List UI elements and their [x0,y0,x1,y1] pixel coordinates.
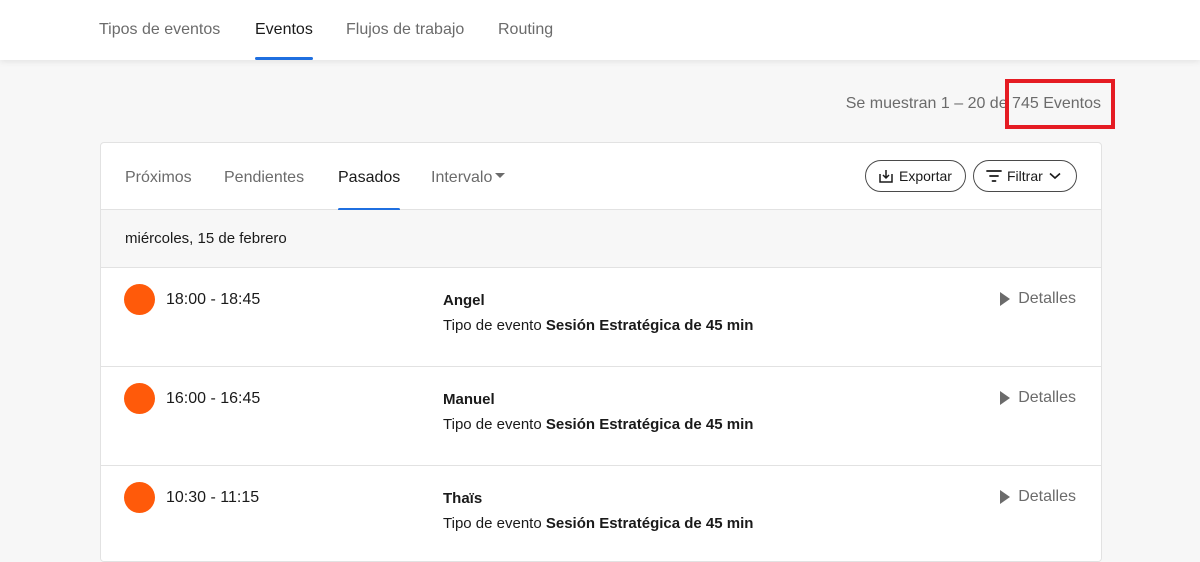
tab-pendientes[interactable]: Pendientes [224,143,304,210]
date-header: miércoles, 15 de febrero [101,210,1101,268]
event-time: 18:00 - 18:45 [166,291,261,308]
details-toggle[interactable]: Detalles [1000,389,1076,407]
export-label: Exportar [899,168,952,184]
event-type-name: Sesión Estratégica de 45 min [545,416,754,433]
filter-button[interactable]: Filtrar [973,160,1077,192]
invitee-name: Manuel [443,391,495,408]
filter-label: Filtrar [1007,168,1043,184]
events-filter-tabs: Próximos Pendientes Pasados Intervalo Ex… [101,143,1101,211]
event-time: 16:00 - 16:45 [166,390,261,407]
tab-pasados[interactable]: Pasados [338,143,401,211]
download-icon [879,170,893,183]
play-icon [1000,490,1011,504]
event-type: Tipo de evento Sesión Estratégica de 45 … [443,317,753,334]
event-type-prefix: Tipo de evento [443,416,542,433]
events-card: Próximos Pendientes Pasados Intervalo Ex… [100,142,1102,562]
highlight-annotation [1005,79,1115,129]
tab-eventos[interactable]: Eventos [255,0,313,60]
event-time: 10:30 - 11:15 [166,489,260,506]
play-icon [1000,292,1011,306]
tab-intervalo[interactable]: Intervalo [431,143,506,210]
event-type-name: Sesión Estratégica de 45 min [545,317,754,334]
event-type-name: Sesión Estratégica de 45 min [545,515,754,532]
event-type-prefix: Tipo de evento [443,317,542,334]
event-color-dot [124,383,155,414]
play-icon [1000,391,1011,405]
tab-flujos-de-trabajo[interactable]: Flujos de trabajo [346,0,464,60]
event-row[interactable]: 16:00 - 16:45 Manuel Tipo de evento Sesi… [101,367,1101,466]
tab-proximos[interactable]: Próximos [125,143,192,210]
invitee-name: Thaïs [443,490,483,507]
event-type-prefix: Tipo de evento [443,515,542,532]
details-label: Detalles [1018,290,1076,307]
caret-down-icon [495,173,506,179]
details-label: Detalles [1018,488,1076,505]
tab-tipos-de-eventos[interactable]: Tipos de eventos [99,0,220,60]
tab-routing[interactable]: Routing [498,0,553,60]
event-color-dot [124,482,155,513]
top-navigation: Tipos de eventos Eventos Flujos de traba… [0,0,1200,60]
details-label: Detalles [1018,389,1076,406]
details-toggle[interactable]: Detalles [1000,488,1076,506]
event-row[interactable]: 10:30 - 11:15 Thaïs Tipo de evento Sesió… [101,466,1101,561]
event-color-dot [124,284,155,315]
details-toggle[interactable]: Detalles [1000,290,1076,308]
filter-icon [986,170,1002,182]
event-type: Tipo de evento Sesión Estratégica de 45 … [443,416,753,433]
chevron-down-icon [1049,172,1061,180]
export-button[interactable]: Exportar [865,160,966,192]
event-row[interactable]: 18:00 - 18:45 Angel Tipo de evento Sesió… [101,268,1101,367]
event-type: Tipo de evento Sesión Estratégica de 45 … [443,515,753,532]
tab-intervalo-label: Intervalo [431,169,493,186]
invitee-name: Angel [443,292,485,309]
